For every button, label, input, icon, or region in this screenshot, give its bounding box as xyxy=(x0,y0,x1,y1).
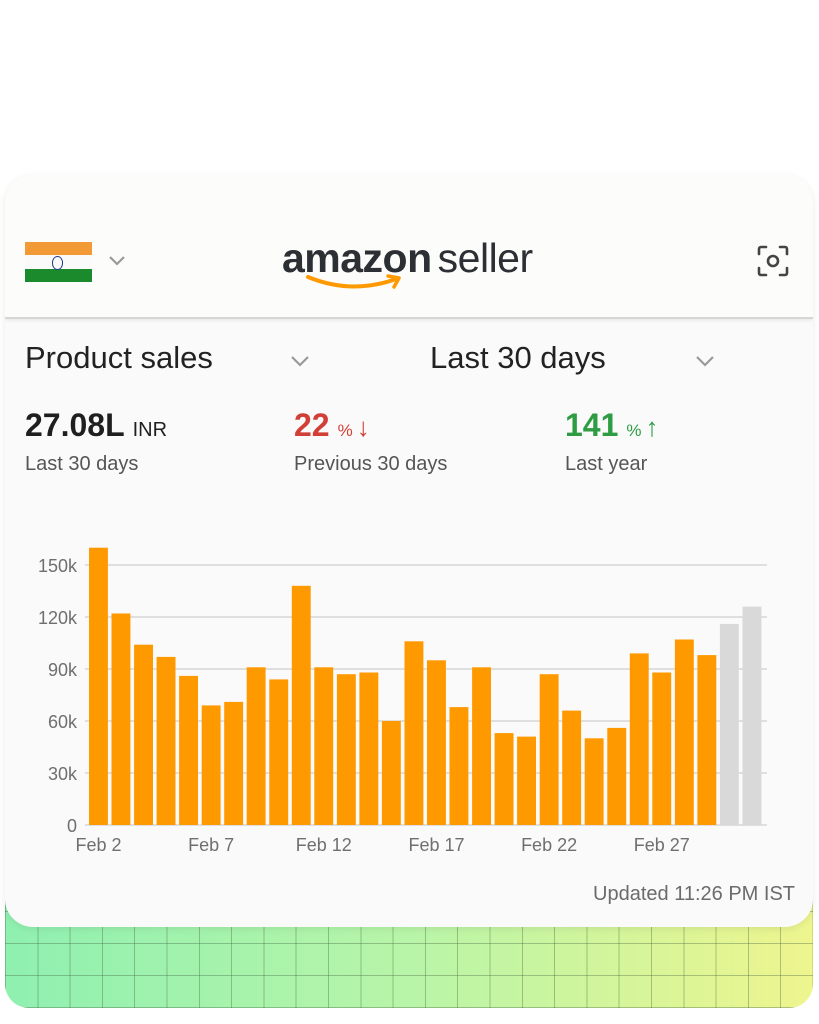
x-tick-label: Feb 27 xyxy=(634,835,690,855)
x-tick-label: Feb 22 xyxy=(521,835,577,855)
sales-bar[interactable] xyxy=(697,655,717,825)
sales-bar[interactable] xyxy=(246,667,266,825)
sales-bar[interactable] xyxy=(336,674,356,825)
sales-bar[interactable] xyxy=(607,727,627,825)
india-flag-icon[interactable] xyxy=(25,242,92,282)
y-tick-label: 0 xyxy=(67,816,77,836)
chevron-down-icon[interactable] xyxy=(289,350,311,372)
x-tick-label: Feb 17 xyxy=(408,835,464,855)
kpi-current-value: 27.08L xyxy=(25,407,125,443)
sales-bar[interactable] xyxy=(652,672,672,826)
sales-bar[interactable] xyxy=(517,736,536,825)
y-tick-label: 90k xyxy=(48,660,78,680)
y-tick-label: 30k xyxy=(48,764,78,784)
arrow-down-icon: ↓ xyxy=(356,412,370,442)
sales-bar[interactable] xyxy=(156,656,176,825)
kpi-previous-unit: % xyxy=(337,421,353,440)
sales-bar[interactable] xyxy=(314,667,334,825)
sales-bar[interactable] xyxy=(179,675,198,825)
sales-bar[interactable] xyxy=(291,585,311,825)
sales-bar[interactable] xyxy=(629,653,649,825)
chevron-down-icon[interactable] xyxy=(694,350,716,372)
sales-bar[interactable] xyxy=(134,644,153,825)
metric-dropdown[interactable]: Product sales xyxy=(25,340,213,376)
sales-bar[interactable] xyxy=(494,733,514,825)
kpi-yoy-caption: Last year xyxy=(565,453,648,475)
x-tick-label: Feb 12 xyxy=(296,835,352,855)
chevron-down-icon[interactable] xyxy=(107,250,127,270)
kpi-yoy-change: 141% ↑ xyxy=(565,407,659,444)
sales-bar[interactable] xyxy=(584,738,604,825)
range-dropdown[interactable]: Last 30 days xyxy=(430,340,606,376)
scan-icon[interactable] xyxy=(755,243,791,279)
sales-bar[interactable] xyxy=(472,667,491,825)
last-updated-timestamp: Updated 11:26 PM IST xyxy=(593,883,795,905)
sales-bar[interactable] xyxy=(449,707,469,825)
range-dropdown-label: Last 30 days xyxy=(430,340,606,375)
sales-bar[interactable] xyxy=(269,679,289,825)
sales-bar[interactable] xyxy=(224,701,244,825)
projected-sales-bar[interactable] xyxy=(742,606,762,825)
kpi-current-sales: 27.08L INR xyxy=(25,407,167,444)
y-tick-label: 60k xyxy=(48,712,78,732)
kpi-yoy-unit: % xyxy=(626,421,642,440)
projected-sales-bar[interactable] xyxy=(719,623,739,825)
amazon-seller-logo: amazon seller xyxy=(282,235,544,295)
x-tick-label: Feb 2 xyxy=(75,835,121,855)
kpi-current-unit: INR xyxy=(132,419,168,441)
sales-bar[interactable] xyxy=(674,639,694,826)
sales-bar[interactable] xyxy=(404,641,424,825)
kpi-previous-value: 22 xyxy=(294,407,330,443)
sales-bar[interactable] xyxy=(427,660,446,825)
kpi-yoy-value: 141 xyxy=(565,407,619,443)
metric-dropdown-label: Product sales xyxy=(25,340,213,375)
sales-bar[interactable] xyxy=(539,674,559,825)
sales-bar[interactable] xyxy=(201,705,221,825)
amazon-smile-icon xyxy=(306,274,401,289)
kpi-current-caption: Last 30 days xyxy=(25,453,139,475)
seller-dashboard-card: amazon seller Product sales Last 30 days … xyxy=(5,175,813,927)
sales-bar[interactable] xyxy=(381,721,401,825)
sales-bar[interactable] xyxy=(562,710,582,825)
sales-bar[interactable] xyxy=(111,613,131,826)
kpi-previous-caption: Previous 30 days xyxy=(294,453,448,475)
arrow-up-icon: ↑ xyxy=(645,412,659,442)
kpi-previous-change: 22% ↓ xyxy=(294,407,370,444)
daily-sales-bar-chart: 0 30k 60k 90k 120k 150k Feb 2 Feb 7 Feb 12 Feb 17… xyxy=(38,547,767,855)
sales-bar[interactable] xyxy=(359,672,379,826)
sales-bar[interactable] xyxy=(89,547,108,825)
logo-text-light: seller xyxy=(437,235,533,281)
x-tick-label: Feb 7 xyxy=(188,835,234,855)
y-tick-label: 150k xyxy=(38,556,78,576)
y-tick-label: 120k xyxy=(38,608,78,628)
app-header: amazon seller xyxy=(5,175,813,319)
